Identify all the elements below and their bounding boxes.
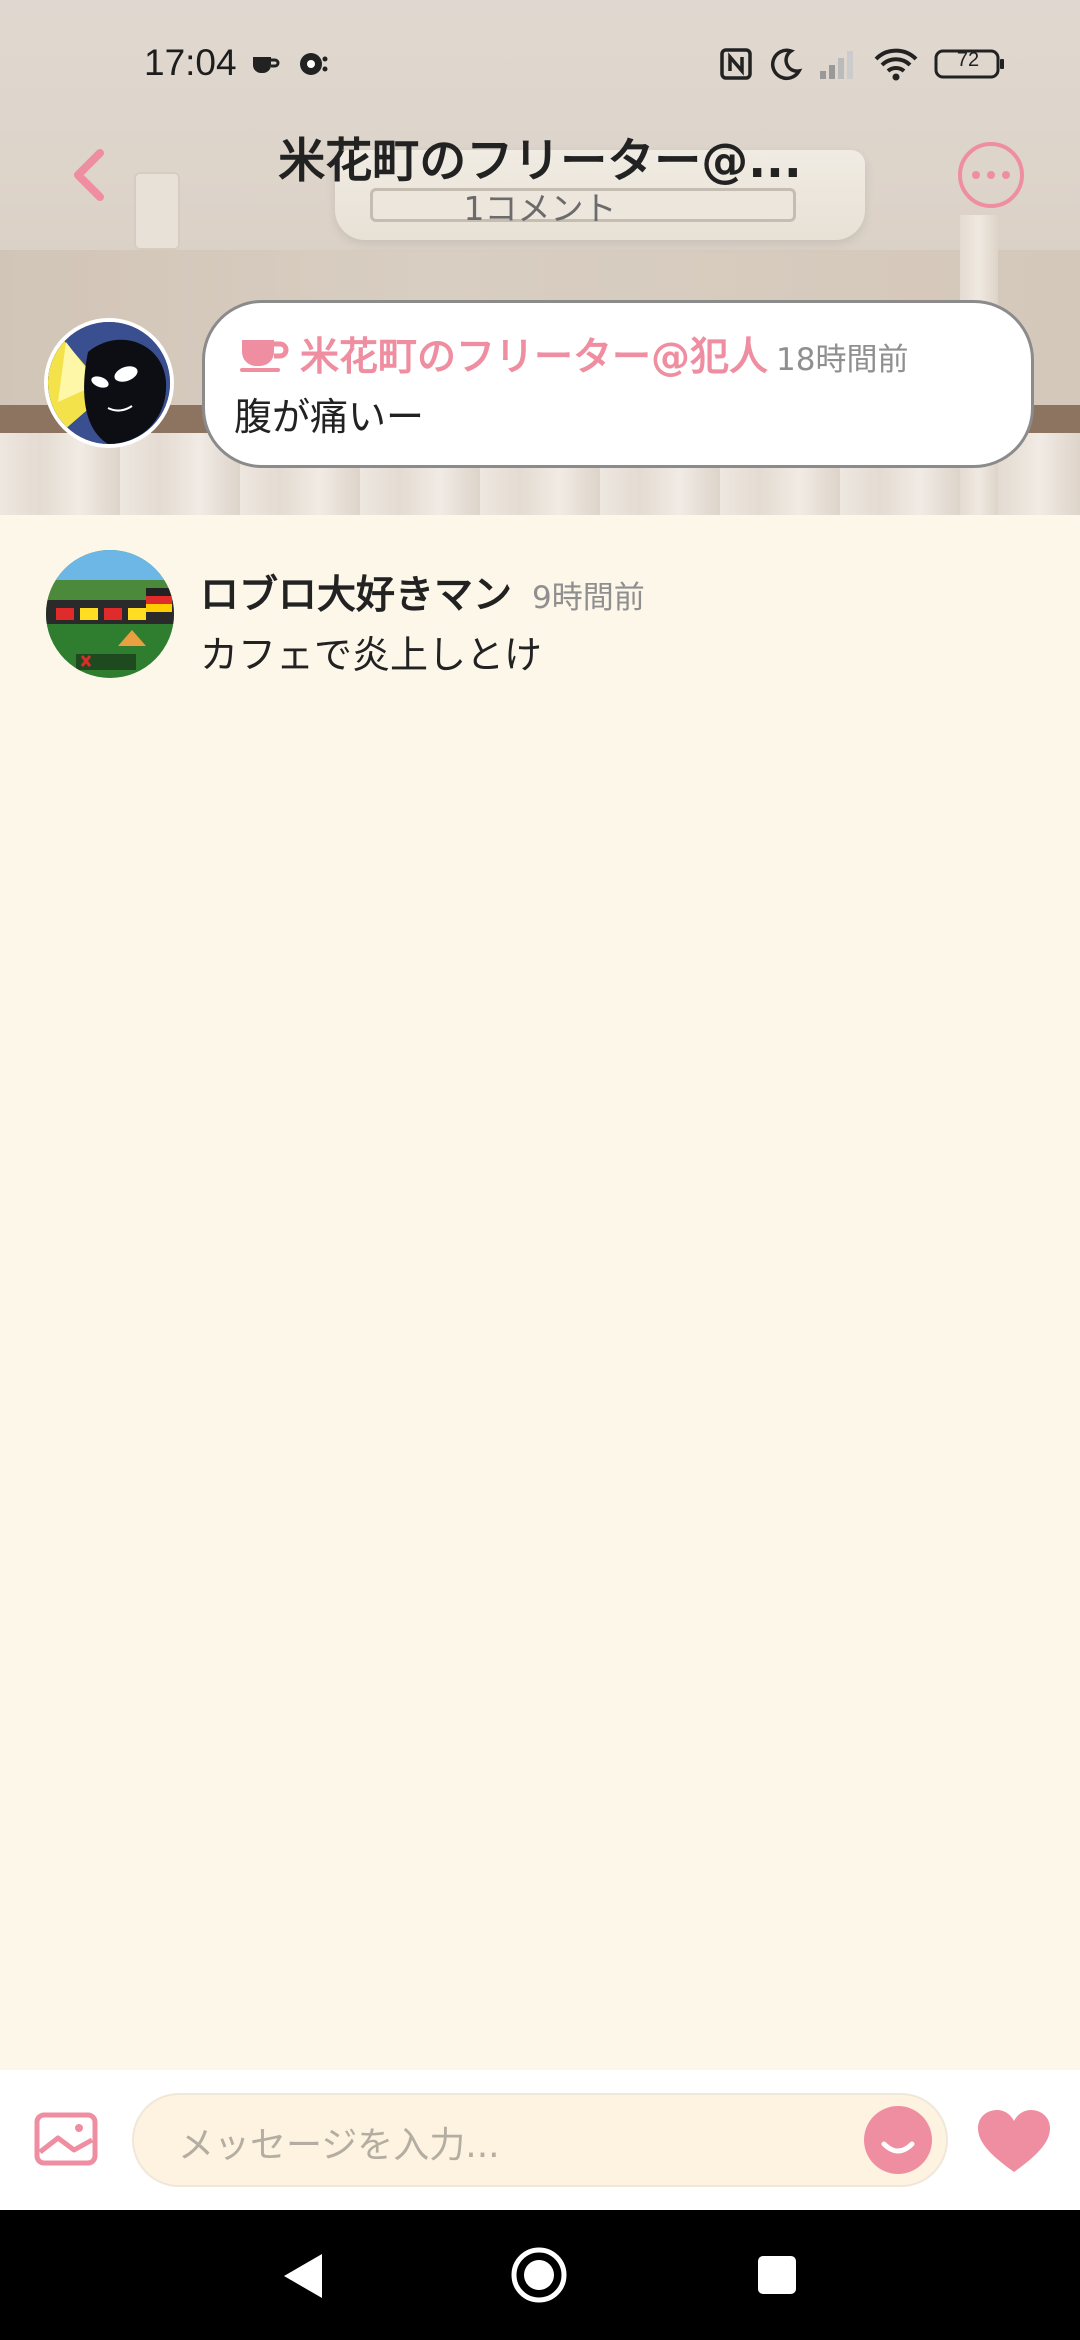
more-icon — [972, 171, 980, 179]
post-timestamp: 18時間前 — [776, 342, 909, 378]
heart-icon — [978, 2110, 1050, 2172]
cell-signal-icon — [818, 44, 858, 84]
wifi-icon — [874, 44, 918, 84]
image-icon — [34, 2112, 98, 2166]
more-options-button[interactable] — [958, 142, 1024, 208]
comment-author-name[interactable]: ロブロ大好きマン — [200, 564, 512, 620]
app-notification-icon — [296, 44, 330, 84]
nfc-icon — [718, 44, 754, 84]
battery-icon: 72 — [934, 44, 1006, 84]
like-button[interactable] — [976, 2108, 1052, 2174]
attach-image-button[interactable] — [34, 2112, 98, 2166]
message-input-placeholder: メッセージを入力... — [178, 2125, 500, 2166]
nav-back-icon[interactable] — [280, 2250, 326, 2302]
page-title: 米花町のフリーター@... — [278, 134, 802, 189]
emoji-icon — [881, 2141, 915, 2154]
comment-timestamp: 9時間前 — [532, 580, 645, 616]
status-bar: 17:04 72 — [0, 0, 1080, 120]
more-icon-dot — [1002, 171, 1010, 179]
post-text: 腹が痛いー — [234, 395, 425, 439]
coffee-notification-icon — [248, 44, 282, 84]
comment-text: カフェで炎上しとけ — [200, 633, 543, 677]
back-button[interactable] — [58, 140, 118, 210]
back-arrow-icon — [74, 149, 104, 201]
nav-recents-icon[interactable] — [756, 2254, 798, 2296]
status-time: 17:04 — [144, 42, 237, 83]
battery-level: 72 — [956, 49, 980, 71]
comment-count: 1コメント — [463, 189, 617, 228]
comment-author-avatar[interactable] — [46, 550, 174, 678]
chat-screen: 17:04 72 米花町のフリーター@... 1コメント 米花町のフリーター@犯… — [0, 0, 1080, 2340]
nav-home-icon[interactable] — [510, 2246, 568, 2304]
emoji-button[interactable] — [864, 2106, 932, 2174]
more-icon-dot — [987, 171, 995, 179]
do-not-disturb-moon-icon — [768, 44, 804, 84]
coffee-cup-icon — [240, 340, 289, 372]
system-navigation-bar — [0, 2210, 1080, 2340]
post-author-avatar[interactable] — [44, 318, 174, 448]
post-author-name[interactable]: 米花町のフリーター@犯人 — [300, 326, 768, 382]
